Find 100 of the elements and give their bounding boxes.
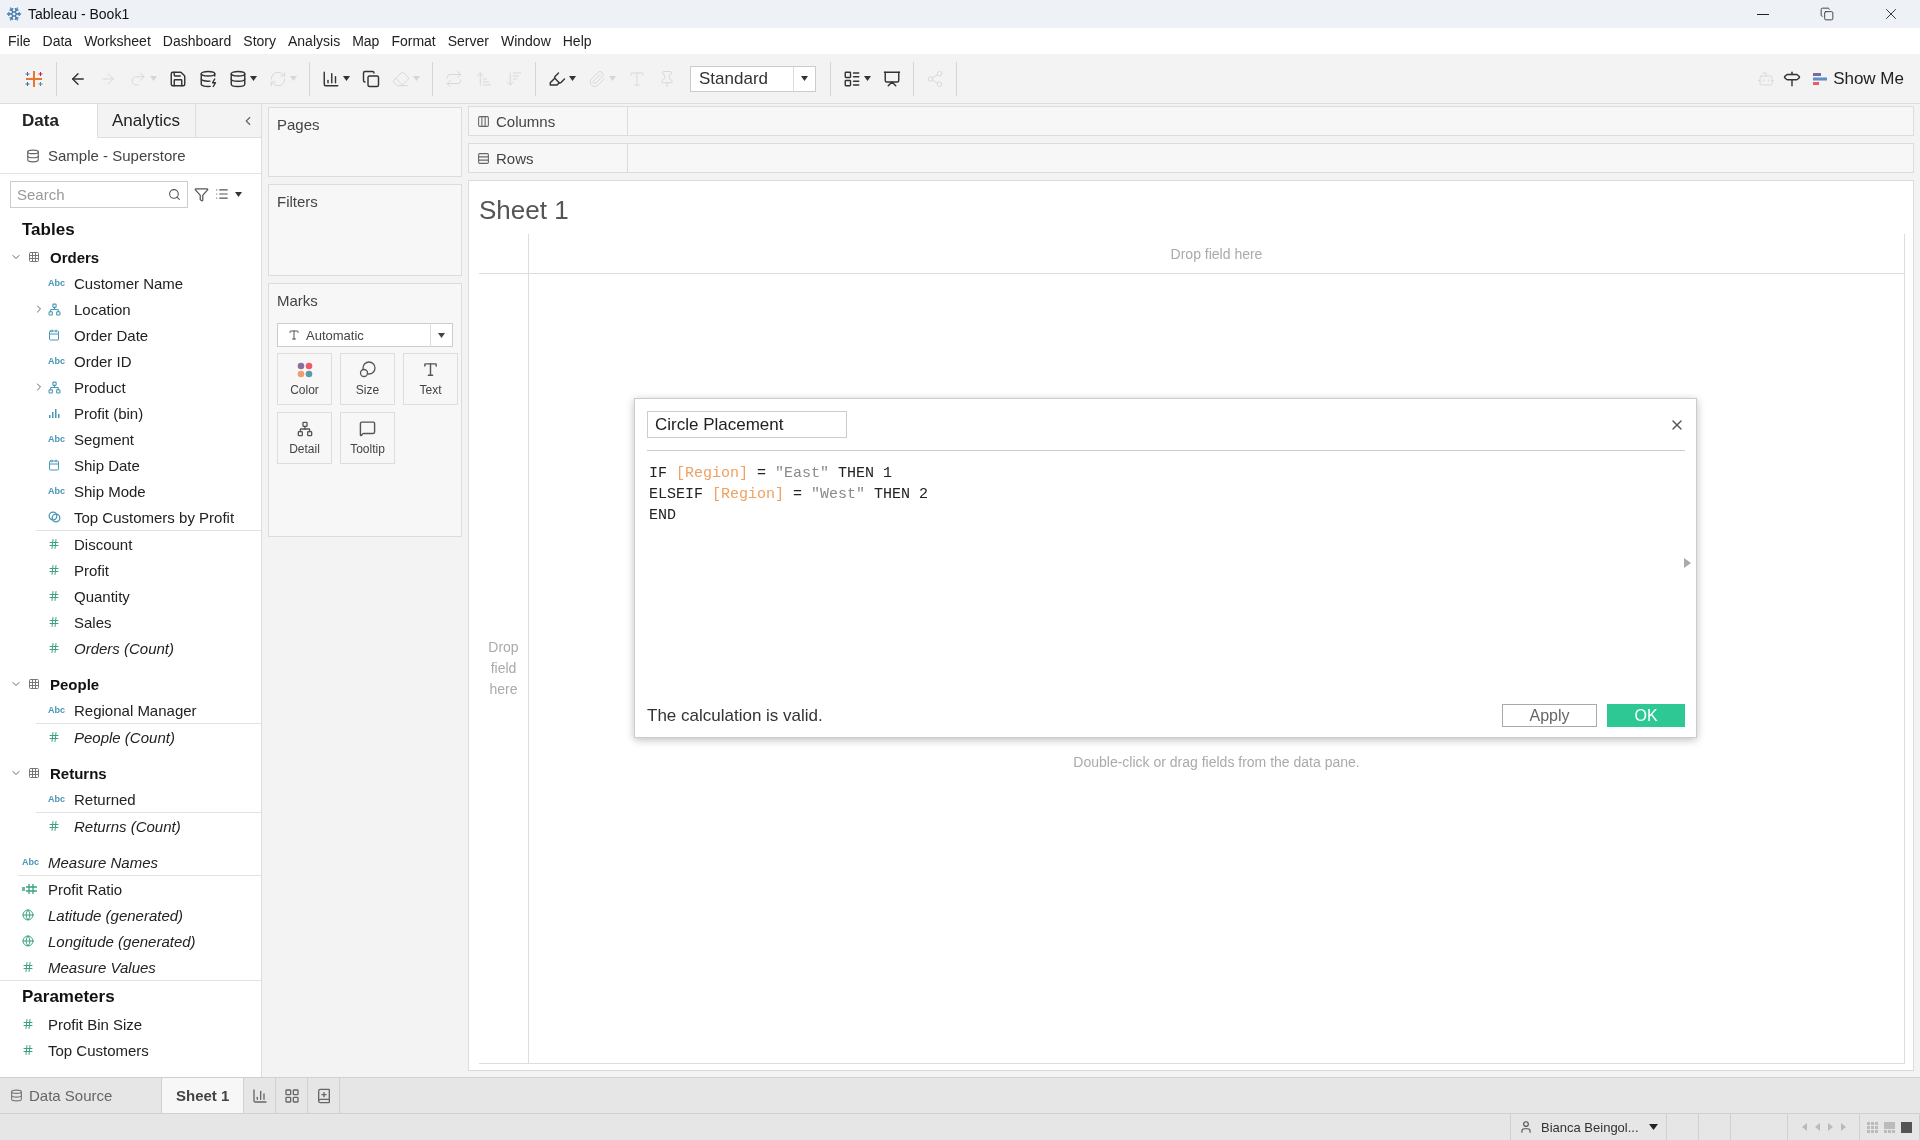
menu-item[interactable]: Data xyxy=(36,31,79,51)
table-name[interactable]: People xyxy=(50,675,100,693)
mark-property-button[interactable]: Detail xyxy=(277,412,332,464)
menu-item[interactable]: Analysis xyxy=(282,31,347,51)
field-name[interactable]: Latitude (generated) xyxy=(48,906,184,924)
table-name[interactable]: Returns xyxy=(50,764,107,782)
field-name[interactable]: Profit Ratio xyxy=(48,880,123,898)
robot-icon xyxy=(1757,69,1776,88)
field-name[interactable]: Sales xyxy=(74,613,112,631)
field-name[interactable]: Top Customers by Profit xyxy=(74,508,235,526)
list-view-icon[interactable] xyxy=(215,187,229,201)
filter-icon[interactable] xyxy=(194,186,209,202)
formula-line: IF [Region] = "East" THEN 1 xyxy=(649,464,894,484)
color-dots-icon xyxy=(296,361,313,378)
grid-icon xyxy=(283,1087,300,1104)
hash-icon xyxy=(48,538,60,550)
show-me-button[interactable]: Show Me xyxy=(1805,68,1912,89)
database-icon xyxy=(199,69,217,88)
navigation-button[interactable] xyxy=(1800,1123,1808,1131)
refresh-icon xyxy=(269,69,287,88)
menu-item[interactable]: Dashboard xyxy=(156,31,238,51)
field-name[interactable]: Discount xyxy=(74,535,133,553)
view-size-dropdown[interactable]: Standard xyxy=(690,65,816,92)
signpost-icon xyxy=(1783,69,1802,88)
menu-item[interactable]: Worksheet xyxy=(78,31,157,51)
show-me-icon xyxy=(1813,71,1828,86)
hash-icon xyxy=(48,564,60,576)
menu-item[interactable]: Server xyxy=(441,31,495,51)
mark-type-dropdown[interactable]: Automatic xyxy=(277,323,453,347)
formula-editor[interactable]: IF [Region] = "East" THEN 1 ELSEIF [Region] = "West" THEN 2 END xyxy=(647,451,1680,704)
field-name[interactable]: Orders (Count) xyxy=(74,639,175,657)
hash-icon xyxy=(22,961,34,973)
field-name[interactable]: Top Customers xyxy=(48,1041,149,1059)
field-name[interactable]: Profit xyxy=(74,561,109,579)
validation-message: The calculation is valid. xyxy=(647,705,824,726)
app-icon xyxy=(6,6,22,22)
user-menu[interactable]: Bianca Beingol... xyxy=(1510,1114,1667,1140)
sheet-tab[interactable]: Sheet 1 xyxy=(162,1078,245,1113)
hash-icon xyxy=(48,616,60,628)
menu-item[interactable]: Story xyxy=(237,31,282,51)
field-name[interactable]: Customer Name xyxy=(74,274,184,292)
calculation-name-field[interactable]: Circle Placement xyxy=(647,411,847,438)
field-name[interactable]: Regional Manager xyxy=(74,701,197,719)
field-name[interactable]: Product xyxy=(74,378,126,396)
swap-icon xyxy=(445,69,463,88)
pane-tab[interactable]: Analytics xyxy=(98,104,196,138)
field-name[interactable]: Quantity xyxy=(74,587,130,605)
grid-corner xyxy=(479,234,529,274)
field-name[interactable]: Measure Names xyxy=(48,853,159,871)
drop-hint: Drop field here xyxy=(487,638,520,699)
field-name[interactable]: Longitude (generated) xyxy=(48,932,196,950)
field-name[interactable]: Measure Values xyxy=(48,958,156,976)
field-name[interactable]: Order Date xyxy=(74,326,149,344)
mark-property-button[interactable]: Text xyxy=(403,353,458,405)
view-mode-button[interactable] xyxy=(1901,1121,1912,1133)
data-source-name[interactable]: Sample - Superstore xyxy=(48,147,186,164)
table-name[interactable]: Orders xyxy=(50,248,100,266)
pane-tab[interactable]: Data xyxy=(0,104,98,138)
menu-item[interactable]: Window xyxy=(494,31,557,51)
menu-item[interactable]: File xyxy=(2,31,37,51)
string-type-icon: Abc xyxy=(48,705,65,715)
search-field[interactable]: Search xyxy=(10,180,188,208)
shelf-name: Rows xyxy=(496,149,534,167)
field-name[interactable]: Profit (bin) xyxy=(74,404,144,422)
field-name[interactable]: Order ID xyxy=(74,352,132,370)
field-name[interactable]: Returned xyxy=(74,790,136,808)
view-mode-icon xyxy=(1867,1121,1878,1133)
window-title: Tableau - Book1 xyxy=(28,6,131,22)
field-name[interactable]: Segment xyxy=(74,430,135,448)
globe-icon xyxy=(22,935,34,947)
section-heading: Parameters xyxy=(21,986,116,1008)
menu-item[interactable]: Format xyxy=(385,31,442,51)
menu-item[interactable]: Map xyxy=(346,31,386,51)
expand-arrow-icon[interactable] xyxy=(1684,558,1691,568)
field-name[interactable]: Location xyxy=(74,300,131,318)
redo-icon xyxy=(129,69,147,88)
view-mode-icon xyxy=(1901,1121,1912,1133)
mark-property-button[interactable]: Tooltip xyxy=(340,412,395,464)
calendar-icon xyxy=(48,459,60,471)
calculated-hash-icon xyxy=(22,883,38,895)
string-type-icon: Abc xyxy=(48,794,65,804)
string-type-icon: Abc xyxy=(48,356,65,366)
navigation-button[interactable] xyxy=(1826,1123,1834,1131)
field-name[interactable]: Returns (Count) xyxy=(74,817,181,835)
field-name[interactable]: Profit Bin Size xyxy=(48,1015,143,1033)
hash-icon xyxy=(22,1044,34,1056)
hierarchy-icon xyxy=(296,420,313,437)
globe-icon xyxy=(22,909,34,921)
field-name[interactable]: People (Count) xyxy=(74,728,175,746)
navigation-button[interactable] xyxy=(1839,1123,1847,1131)
string-type-icon: Abc xyxy=(48,486,65,496)
apply-button[interactable]: Apply xyxy=(1502,704,1597,727)
field-name[interactable]: Ship Date xyxy=(74,456,140,474)
mark-property-button[interactable]: Size xyxy=(340,353,395,405)
field-name[interactable]: Ship Mode xyxy=(74,482,146,500)
menu-item[interactable]: Help xyxy=(556,31,598,51)
caret-icon xyxy=(235,191,242,197)
caret-icon xyxy=(438,332,445,338)
mark-property-button[interactable]: Color xyxy=(277,353,332,405)
navigation-button[interactable] xyxy=(1813,1123,1821,1131)
